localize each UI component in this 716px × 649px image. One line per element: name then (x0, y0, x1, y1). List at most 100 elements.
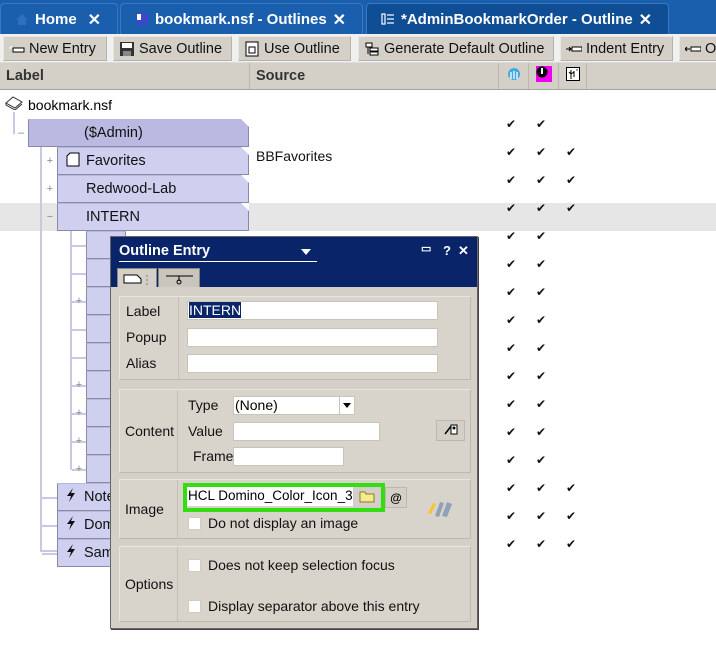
alias-input[interactable] (187, 354, 438, 373)
tree-line (42, 497, 57, 499)
visibility-check: ✔ (535, 453, 547, 467)
tab-admin-bookmark-order[interactable]: *AdminBookmarkOrder - Outline ✕ (366, 3, 669, 34)
use-outline-button[interactable]: Use Outline (238, 36, 351, 61)
minimize-icon[interactable]: ▭ (421, 242, 431, 255)
dialog-type-dropdown-icon[interactable] (301, 249, 311, 255)
generate-default-outline-button[interactable]: Generate Default Outline (358, 36, 554, 61)
visibility-check: ✔ (535, 425, 547, 439)
new-entry-icon (9, 41, 25, 57)
outline-entry-admin[interactable]: ($Admin) (28, 119, 249, 147)
formula-button[interactable] (436, 420, 465, 441)
at-icon: @ (390, 490, 402, 505)
expand-child-toggle[interactable]: + (73, 295, 85, 307)
visibility-check: ✔ (535, 481, 547, 495)
outline-entry-action[interactable]: Note (57, 483, 117, 511)
expand-redwood-lab-toggle[interactable]: + (44, 183, 56, 195)
image-preview-domino-icon (426, 499, 454, 522)
close-tab-bookmark-outlines-icon[interactable]: ✕ (333, 10, 346, 30)
formula-wizard-icon (443, 422, 459, 439)
label-input[interactable]: INTERN (187, 301, 438, 320)
column-source[interactable]: Source (250, 63, 499, 89)
visibility-check: ✔ (505, 453, 517, 467)
content-section: Content Type Value Frame (None) (119, 389, 471, 473)
basics-tab-icon (123, 272, 153, 288)
tree-line (72, 329, 86, 331)
visibility-check: ✔ (565, 481, 577, 495)
visibility-check: ✔ (565, 537, 577, 551)
column-label[interactable]: Label (0, 63, 250, 89)
tab-basics[interactable] (117, 268, 157, 287)
expand-child-toggle[interactable]: + (73, 435, 85, 447)
action-lightning-icon (66, 544, 76, 562)
dialog-close-icon[interactable]: ✕ (458, 243, 469, 259)
domino-designer-window: Home ✕ bookmark.nsf - Outlines ✕ *AdminB… (0, 0, 716, 649)
no-focus-checkbox[interactable] (188, 559, 201, 572)
home-icon (15, 12, 29, 26)
favorites-check-web: ✔ (535, 145, 547, 159)
expand-child-toggle[interactable]: + (73, 463, 85, 475)
tree-root[interactable]: bookmark.nsf (5, 96, 112, 113)
tree-line (72, 273, 86, 275)
browse-image-button[interactable] (353, 487, 381, 508)
image-section-text: Image (125, 501, 164, 517)
content-section-text: Content (125, 423, 175, 439)
separator-checkbox[interactable] (188, 600, 201, 613)
column-notes-client[interactable] (499, 63, 529, 89)
dialog-titlebar[interactable]: Outline Entry ▭ ? ✕ (111, 237, 477, 287)
visibility-check: ✔ (505, 285, 517, 299)
close-tab-home-icon[interactable]: ✕ (88, 10, 101, 30)
close-tab-admin-bookmark-order-icon[interactable]: ✕ (639, 10, 652, 30)
collapse-intern-toggle[interactable]: − (44, 211, 56, 223)
help-icon[interactable]: ? (443, 243, 451, 258)
visibility-check: ✔ (535, 257, 547, 271)
tab-bookmark-outlines[interactable]: bookmark.nsf - Outlines ✕ (120, 3, 363, 34)
outline-entry-intern[interactable]: INTERN (57, 203, 249, 231)
image-input-value: HCL Domino_Color_Icon_3 (188, 488, 353, 503)
corner-fold (241, 119, 249, 127)
expand-child-toggle[interactable]: + (73, 407, 85, 419)
outdent-icon (684, 41, 702, 57)
label-field-label: Label (126, 303, 161, 319)
type-select-arrow-icon[interactable] (339, 397, 354, 414)
visibility-check: ✔ (535, 397, 547, 411)
intern-check-mobile: ✔ (565, 201, 577, 215)
new-entry-button[interactable]: New Entry (3, 36, 107, 61)
generate-default-outline-label: Generate Default Outline (384, 40, 545, 57)
basics-section: Label Popup Alias INTERN (119, 296, 471, 380)
database-icon (135, 12, 149, 26)
indent-entry-label: Indent Entry (586, 40, 665, 57)
image-section: Image HCL Domino_Color_Icon_3 @ Do not d… (119, 479, 471, 539)
column-mobile[interactable] (559, 63, 587, 89)
outline-entry-favorites[interactable]: Favorites (57, 147, 249, 175)
tab-advanced[interactable] (158, 268, 200, 287)
image-input[interactable]: HCL Domino_Color_Icon_3 (187, 487, 353, 506)
outline-icon (381, 12, 395, 26)
column-source-text: Source (256, 68, 306, 84)
redwood-check-mobile: ✔ (565, 173, 577, 187)
popup-field-label: Popup (126, 329, 167, 345)
type-field-label: Type (188, 397, 219, 413)
tab-home[interactable]: Home ✕ (0, 3, 118, 34)
save-outline-button[interactable]: Save Outline (113, 36, 232, 61)
image-formula-button[interactable]: @ (385, 487, 407, 508)
column-web-browser[interactable] (529, 63, 559, 89)
collapse-admin-toggle[interactable]: – (15, 127, 27, 139)
separator-label: Display separator above this entry (208, 598, 420, 614)
indent-entry-button[interactable]: Indent Entry (560, 36, 673, 61)
outdent-entry-button[interactable]: O (679, 36, 716, 61)
content-section-label: Content (120, 390, 178, 472)
type-select[interactable]: (None) (233, 396, 355, 415)
visibility-check: ✔ (505, 341, 517, 355)
redwood-check-web: ✔ (535, 173, 547, 187)
value-input[interactable] (233, 422, 380, 441)
expand-favorites-toggle[interactable]: + (44, 155, 56, 167)
outline-entry-action[interactable]: Dom (57, 511, 117, 539)
expand-child-toggle[interactable]: + (73, 379, 85, 391)
outline-entry-action[interactable]: Sam (57, 539, 117, 567)
popup-input[interactable] (187, 328, 438, 347)
outline-entry-redwood-lab[interactable]: Redwood-Lab (57, 175, 249, 203)
outdent-entry-label: O (705, 40, 716, 57)
no-image-checkbox[interactable] (188, 517, 201, 530)
frame-input[interactable] (233, 447, 344, 466)
visibility-check: ✔ (505, 229, 517, 243)
